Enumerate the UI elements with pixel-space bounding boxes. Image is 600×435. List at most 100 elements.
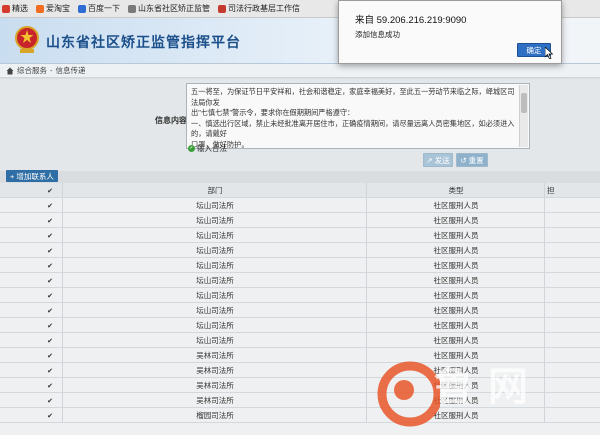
bookmark-item[interactable]: 山东省社区矫正监管 [128, 3, 210, 14]
alert-dialog: 来自 59.206.216.219:9090 添加信息成功 确定 [338, 0, 562, 64]
cell-type: 社区服刑人员 [366, 198, 545, 213]
row-checkbox[interactable]: ✔ [38, 213, 62, 228]
send-button[interactable]: ↗ 发送 [423, 153, 453, 167]
textarea-scrollbar[interactable] [519, 85, 528, 147]
validation-text: 输入合法 [197, 144, 227, 153]
message-line: 口罩，做好防护。 [191, 139, 249, 149]
cell-department: 坛山司法所 [62, 303, 367, 318]
table-row[interactable]: ✔ 坛山司法所 社区服刑人员 [0, 318, 600, 333]
dialog-title: 来自 59.206.216.219:9090 [355, 15, 467, 26]
plus-icon: + [10, 171, 15, 181]
table-row[interactable]: ✔ 坛山司法所 社区服刑人员 [0, 243, 600, 258]
row-checkbox[interactable]: ✔ [38, 198, 62, 213]
cell-type: 社区服刑人员 [366, 288, 545, 303]
cell-type: 社区服刑人员 [366, 303, 545, 318]
cell-extra [544, 228, 600, 243]
header-type[interactable]: 类型 [366, 183, 545, 198]
table-row[interactable]: ✔ 坛山司法所 社区服刑人员 [0, 333, 600, 348]
row-checkbox[interactable]: ✔ [38, 318, 62, 333]
table-header: ✔ 部门 类型 担 [0, 183, 600, 198]
bookmark-icon [128, 4, 136, 13]
header-extra[interactable]: 担 [544, 183, 600, 198]
cell-department: 吴林司法所 [62, 348, 367, 363]
select-all-checkbox[interactable]: ✔ [38, 183, 62, 198]
reset-button[interactable]: ↺ 重置 [456, 153, 488, 167]
breadcrumb-current: 信息传递 [55, 66, 86, 75]
breadcrumb: 综合服务 - 信息传递 [0, 64, 600, 78]
add-contact-button[interactable]: + 增加联系人 [6, 170, 58, 182]
row-checkbox[interactable]: ✔ [38, 393, 62, 408]
row-checkbox[interactable]: ✔ [38, 378, 62, 393]
bookmark-label: 司法行政基层工作信 [228, 4, 300, 13]
cell-extra [544, 303, 600, 318]
row-checkbox[interactable]: ✔ [38, 408, 62, 423]
cell-department: 坛山司法所 [62, 318, 367, 333]
bookmark-item[interactable]: 爱淘宝 [36, 3, 70, 14]
table-row[interactable]: ✔ 坛山司法所 社区服刑人员 [0, 273, 600, 288]
dialog-message: 添加信息成功 [355, 30, 400, 39]
row-checkbox[interactable]: ✔ [38, 258, 62, 273]
row-checkbox[interactable]: ✔ [38, 333, 62, 348]
cell-department: 坛山司法所 [62, 258, 367, 273]
message-line: 出"七慎七禁"警示令，要求你在假期期间严格遵守： [191, 108, 355, 117]
row-checkbox[interactable]: ✔ [38, 243, 62, 258]
bookmark-item[interactable]: 司法行政基层工作信 [218, 3, 300, 14]
row-checkbox[interactable]: ✔ [38, 303, 62, 318]
cell-department: 榴园司法所 [62, 408, 367, 423]
cell-department: 坛山司法所 [62, 213, 367, 228]
national-emblem-icon [15, 26, 39, 53]
row-checkbox[interactable]: ✔ [38, 288, 62, 303]
row-checkbox[interactable]: ✔ [38, 273, 62, 288]
cell-extra [544, 243, 600, 258]
bookmark-item[interactable]: 百度一下 [78, 3, 120, 14]
mouse-cursor-icon [545, 47, 553, 59]
row-checkbox[interactable]: ✔ [38, 348, 62, 363]
message-content-textarea[interactable]: 五一将至，为保证节日平安祥和，社会和谐稳定，家庭幸福美好，至此五一劳动节来临之际… [186, 83, 530, 149]
table-row[interactable]: ✔ 坛山司法所 社区服刑人员 [0, 303, 600, 318]
cell-department: 坛山司法所 [62, 273, 367, 288]
bookmark-label: 精选 [12, 4, 28, 13]
breadcrumb-home[interactable]: 综合服务 [17, 65, 47, 76]
cell-extra [544, 273, 600, 288]
cell-department: 吴林司法所 [62, 393, 367, 408]
watermark: 鲁网 [376, 348, 576, 435]
cell-type: 社区服刑人员 [366, 258, 545, 273]
cell-department: 坛山司法所 [62, 333, 367, 348]
cell-extra [544, 258, 600, 273]
table-row[interactable]: ✔ 坛山司法所 社区服刑人员 [0, 288, 600, 303]
row-checkbox[interactable]: ✔ [38, 363, 62, 378]
cell-extra [544, 213, 600, 228]
breadcrumb-separator: - [50, 66, 53, 75]
bookmark-icon [2, 4, 10, 13]
message-form: 信息内容 五一将至，为保证节日平安祥和，社会和谐稳定，家庭幸福美好，至此五一劳动… [0, 79, 600, 171]
cell-department: 坛山司法所 [62, 228, 367, 243]
row-checkbox[interactable]: ✔ [38, 228, 62, 243]
cell-department: 坛山司法所 [62, 198, 367, 213]
add-contact-label: 增加联系人 [16, 171, 54, 181]
table-row[interactable]: ✔ 坛山司法所 社区服刑人员 [0, 198, 600, 213]
cell-department: 坛山司法所 [62, 288, 367, 303]
cell-extra [544, 288, 600, 303]
header-department[interactable]: 部门 [62, 183, 367, 198]
table-row[interactable]: ✔ 坛山司法所 社区服刑人员 [0, 258, 600, 273]
bookmark-item[interactable]: 精选 [2, 3, 28, 14]
cell-type: 社区服刑人员 [366, 228, 545, 243]
send-label: 发送 [434, 155, 450, 165]
bookmark-label: 百度一下 [88, 4, 120, 13]
cell-extra [544, 333, 600, 348]
bookmark-icon [78, 4, 86, 13]
message-content-label: 信息内容 [155, 116, 187, 125]
check-circle-icon: ✓ [188, 145, 195, 152]
watermark-logo-icon [377, 361, 440, 427]
cell-extra [544, 318, 600, 333]
bookmark-icon [36, 4, 44, 13]
home-icon[interactable] [6, 67, 14, 75]
message-line: 一、慎选出行区域，禁止未经批准离开居住市，正确疫情期间，请尽量远离人员密集地区，… [191, 118, 515, 139]
table-row[interactable]: ✔ 坛山司法所 社区服刑人员 [0, 213, 600, 228]
cell-department: 吴林司法所 [62, 363, 367, 378]
reset-icon: ↺ [460, 155, 467, 165]
cell-type: 社区服刑人员 [366, 273, 545, 288]
table-row[interactable]: ✔ 坛山司法所 社区服刑人员 [0, 228, 600, 243]
scrollbar-thumb[interactable] [521, 93, 527, 113]
watermark-text: 鲁网 [434, 364, 542, 410]
